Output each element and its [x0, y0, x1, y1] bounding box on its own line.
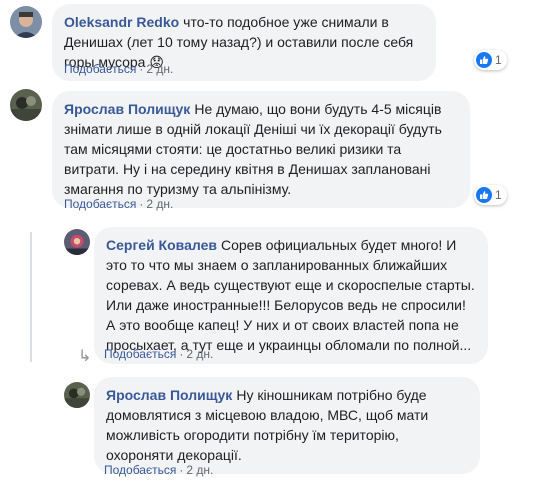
comment-author[interactable]: Oleksandr Redko — [64, 14, 179, 30]
avatar[interactable] — [64, 382, 90, 408]
avatar[interactable] — [10, 89, 42, 121]
comment-bubble: Сергей Ковалев Сорев официальных будет мн… — [94, 227, 488, 364]
like-button[interactable]: Подобається — [64, 197, 136, 211]
comment-text: Сорев официальных будет много! И это то … — [106, 237, 475, 353]
comment-bubble: Ярослав Полищук Ну кіношникам потрібно бу… — [94, 377, 480, 474]
separator-dot: · — [179, 347, 184, 361]
comment-actions: Подобається · 2 дн. — [104, 462, 213, 478]
comment-author[interactable]: Сергей Ковалев — [106, 237, 217, 253]
separator-dot: · — [179, 463, 184, 477]
reaction-count-value: 1 — [495, 53, 502, 67]
comment-time[interactable]: 2 дн. — [186, 463, 213, 477]
comment-bubble: Ярослав Полищук Не думаю, що вони будуть … — [52, 91, 470, 208]
thread-line — [30, 232, 32, 362]
separator-dot: · — [139, 62, 144, 76]
reaction-count[interactable]: 1 — [474, 50, 507, 70]
comment-actions: Подобається · 2 дн. — [104, 346, 213, 362]
comment-actions: Подобається · 2 дн. — [64, 61, 173, 77]
comment-actions: Подобається · 2 дн. — [64, 196, 173, 212]
thumbs-up-icon — [476, 187, 492, 203]
like-button[interactable]: Подобається — [104, 463, 176, 477]
comment-author[interactable]: Ярослав Полищук — [64, 101, 190, 117]
comment-time[interactable]: 2 дн. — [146, 62, 173, 76]
comment-author[interactable]: Ярослав Полищук — [106, 387, 232, 403]
comment-time[interactable]: 2 дн. — [186, 347, 213, 361]
separator-dot: · — [139, 197, 144, 211]
reaction-count[interactable]: 1 — [474, 185, 507, 205]
like-button[interactable]: Подобається — [64, 62, 136, 76]
reaction-count-value: 1 — [495, 188, 502, 202]
like-button[interactable]: Подобається — [104, 347, 176, 361]
avatar[interactable] — [64, 229, 90, 255]
reply-arrow-icon: ↳ — [78, 348, 92, 365]
comment-time[interactable]: 2 дн. — [146, 197, 173, 211]
thumbs-up-icon — [476, 52, 492, 68]
avatar[interactable] — [10, 6, 42, 38]
